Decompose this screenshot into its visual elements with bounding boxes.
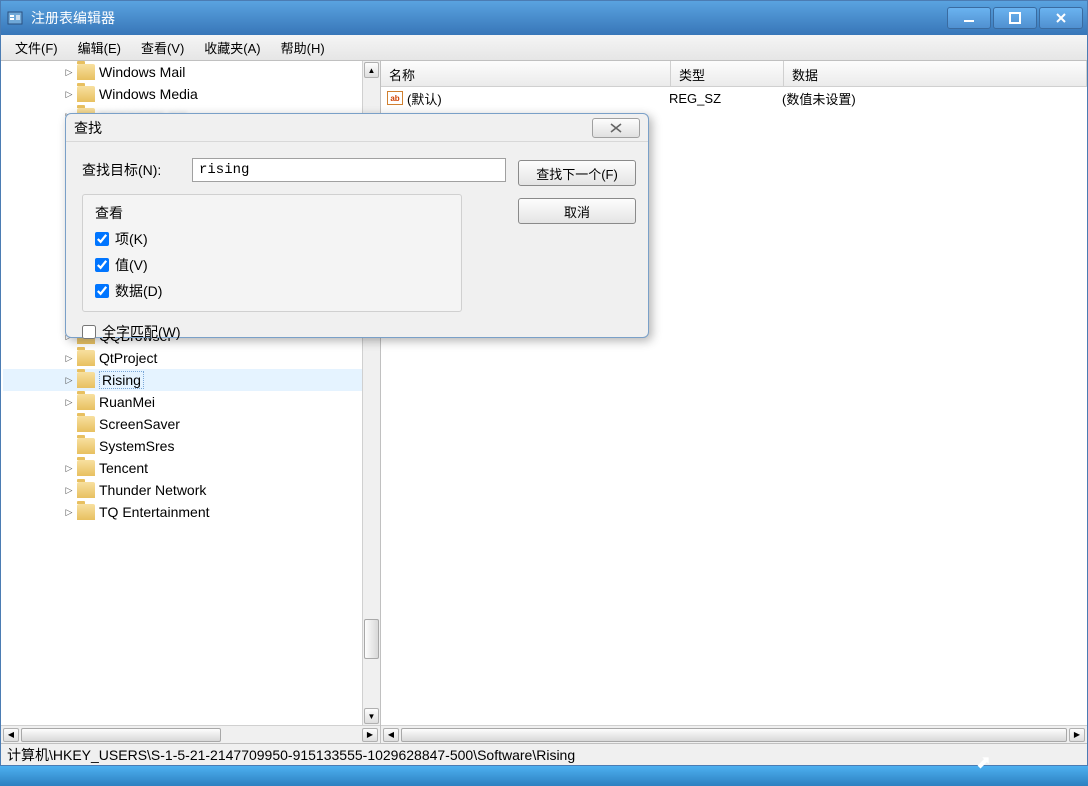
tree-item[interactable]: ▷ Tencent [3, 457, 380, 479]
minimize-button[interactable] [947, 7, 991, 29]
tree-label: TQ Entertainment [99, 504, 210, 520]
scroll-up-icon[interactable]: ▲ [364, 62, 379, 78]
expander-icon[interactable]: ▷ [63, 484, 75, 496]
tree-label: Windows Media [99, 86, 198, 102]
menu-help[interactable]: 帮助(H) [271, 35, 335, 60]
expander-icon[interactable] [63, 418, 75, 430]
tree-label: Tencent [99, 460, 148, 476]
maximize-button[interactable] [993, 7, 1037, 29]
scroll-left-icon[interactable]: ◀ [383, 728, 399, 742]
scroll-down-icon[interactable]: ▼ [364, 708, 379, 724]
look-at-fieldset: 查看 项(K) 值(V) 数据(D) [82, 194, 462, 312]
scroll-right-icon[interactable]: ▶ [362, 728, 378, 742]
find-close-button[interactable] [592, 118, 640, 138]
expander-icon[interactable]: ▷ [63, 88, 75, 100]
menu-favorites[interactable]: 收藏夹(A) [194, 35, 270, 60]
titlebar[interactable]: 注册表编辑器 [1, 1, 1087, 35]
find-titlebar[interactable]: 查找 [66, 114, 648, 142]
menubar: 文件(F) 编辑(E) 查看(V) 收藏夹(A) 帮助(H) [1, 35, 1087, 61]
string-value-icon: ab [387, 91, 403, 105]
tree-label: Windows Mail [99, 64, 185, 80]
statusbar: 计算机\HKEY_USERS\S-1-5-21-2147709950-91513… [1, 743, 1087, 765]
taskbar[interactable] [0, 766, 1088, 786]
window-title: 注册表编辑器 [31, 8, 945, 28]
tree-label: RuanMei [99, 394, 155, 410]
folder-icon [77, 504, 95, 520]
folder-icon [77, 372, 95, 388]
folder-icon [77, 64, 95, 80]
tree-label: Rising [99, 371, 144, 389]
find-next-button[interactable]: 查找下一个(F) [518, 160, 636, 186]
expander-icon[interactable]: ▷ [63, 462, 75, 474]
menu-file[interactable]: 文件(F) [5, 35, 68, 60]
col-name[interactable]: 名称 [381, 61, 671, 86]
tree-item[interactable]: ▷ RuanMei [3, 391, 380, 413]
expander-icon[interactable]: ▷ [63, 374, 75, 386]
data-label: 数据(D) [115, 281, 162, 301]
scroll-thumb[interactable] [401, 728, 1067, 742]
status-path: 计算机\HKEY_USERS\S-1-5-21-2147709950-91513… [7, 745, 575, 765]
tree-item[interactable]: SystemSres [3, 435, 380, 457]
folder-icon [77, 394, 95, 410]
scroll-right-icon[interactable]: ▶ [1069, 728, 1085, 742]
value-data: (数值未设置) [782, 89, 856, 108]
close-button[interactable] [1039, 7, 1083, 29]
tree-horizontal-scrollbar[interactable]: ◀ ▶ [1, 725, 380, 743]
tree-item[interactable]: ▷ TQ Entertainment [3, 501, 380, 523]
tree-item[interactable]: ▷ Windows Media [3, 83, 380, 105]
value-type: REG_SZ [669, 91, 782, 106]
list-row[interactable]: ab (默认) REG_SZ (数值未设置) [381, 87, 1087, 109]
tree-item[interactable]: ▷ Rising [3, 369, 380, 391]
app-icon [5, 8, 25, 28]
data-checkbox[interactable] [95, 284, 109, 298]
whole-string-label: 全字匹配(W) [102, 322, 181, 342]
scroll-thumb[interactable] [21, 728, 221, 742]
tree-label: SystemSres [99, 438, 174, 454]
expander-icon[interactable]: ▷ [63, 396, 75, 408]
value-name: (默认) [407, 89, 669, 108]
folder-icon [77, 460, 95, 476]
folder-icon [77, 86, 95, 102]
scroll-thumb[interactable] [364, 619, 379, 659]
folder-icon [77, 416, 95, 432]
expander-icon[interactable]: ▷ [63, 66, 75, 78]
tree-item[interactable]: ▷ Thunder Network [3, 479, 380, 501]
expander-icon[interactable] [63, 440, 75, 452]
menu-view[interactable]: 查看(V) [131, 35, 194, 60]
col-data[interactable]: 数据 [784, 61, 1087, 86]
tree-label: ScreenSaver [99, 416, 180, 432]
find-title: 查找 [74, 118, 592, 138]
col-type[interactable]: 类型 [671, 61, 784, 86]
list-horizontal-scrollbar[interactable]: ◀ ▶ [381, 725, 1087, 743]
tree-item[interactable]: ▷ Windows Mail [3, 61, 380, 83]
menu-edit[interactable]: 编辑(E) [68, 35, 131, 60]
find-target-input[interactable] [192, 158, 506, 182]
find-target-label: 查找目标(N): [82, 160, 192, 180]
values-label: 值(V) [115, 255, 148, 275]
folder-icon [77, 438, 95, 454]
folder-icon [77, 482, 95, 498]
cancel-button[interactable]: 取消 [518, 198, 636, 224]
scroll-left-icon[interactable]: ◀ [3, 728, 19, 742]
find-dialog: 查找 查找目标(N): 查看 项(K) 值(V) [65, 113, 649, 338]
list-header: 名称 类型 数据 [381, 61, 1087, 87]
tree-label: Thunder Network [99, 482, 206, 498]
expander-icon[interactable]: ▷ [63, 506, 75, 518]
tree-item[interactable]: ScreenSaver [3, 413, 380, 435]
look-label: 查看 [91, 203, 449, 223]
keys-checkbox[interactable] [95, 232, 109, 246]
keys-label: 项(K) [115, 229, 148, 249]
values-checkbox[interactable] [95, 258, 109, 272]
whole-string-checkbox[interactable] [82, 325, 96, 339]
